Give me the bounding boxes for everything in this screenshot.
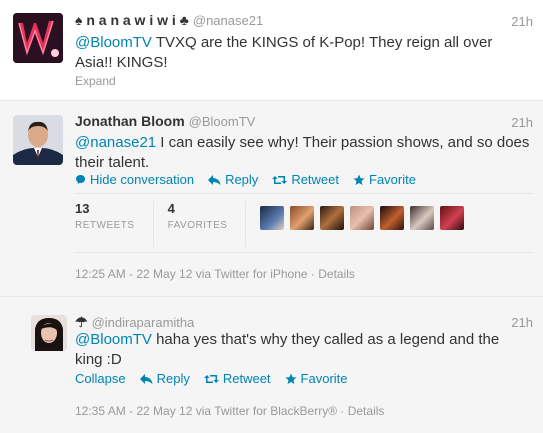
- expand-link[interactable]: Expand: [75, 74, 116, 88]
- retweet-button[interactable]: Retweet: [203, 371, 271, 386]
- divider: [75, 252, 533, 253]
- timestamp[interactable]: 21h: [511, 115, 533, 130]
- favorites-label: FAVORITES: [167, 220, 228, 231]
- tweet-actions: Hide conversation Reply Retweet Favorite: [75, 172, 416, 187]
- user-name[interactable]: Jonathan Bloom: [75, 113, 185, 129]
- tweet-text: @nanase21 I can easily see why! Their pa…: [75, 134, 530, 171]
- star-icon: [285, 373, 297, 384]
- collapse-button[interactable]: Collapse: [75, 371, 126, 386]
- reply-button[interactable]: Reply: [139, 371, 190, 386]
- retweet-icon: [203, 374, 219, 383]
- reply-arrow-icon: [139, 373, 153, 384]
- user-handle[interactable]: @nanase21: [193, 13, 263, 28]
- user-handle[interactable]: @indiraparamitha: [92, 315, 195, 330]
- timestamp[interactable]: 21h: [511, 14, 533, 29]
- favorites-count: 4: [167, 201, 175, 216]
- retweet-button[interactable]: Retweet: [272, 172, 339, 187]
- retweet-icon: [272, 175, 288, 184]
- retweeter-avatars: [260, 201, 465, 247]
- avatar[interactable]: [260, 206, 285, 230]
- star-icon: [353, 174, 365, 185]
- mention-link[interactable]: @BloomTV: [75, 331, 152, 348]
- mention-link[interactable]: @nanase21: [75, 134, 156, 151]
- avatar[interactable]: [13, 13, 63, 63]
- timestamp[interactable]: 21h: [511, 315, 533, 330]
- tweet-meta[interactable]: 12:25 AM - 22 May 12 via Twitter for iPh…: [75, 267, 355, 281]
- avatar[interactable]: [320, 206, 345, 230]
- divider: [75, 193, 533, 194]
- avatar[interactable]: [440, 206, 465, 230]
- retweets-label: RETWEETS: [75, 220, 135, 231]
- speech-bubble-icon: [76, 175, 85, 184]
- avatar[interactable]: [350, 206, 375, 230]
- tweet-bloomtv: Jonathan Bloom @BloomTV 21h @nanase21 I c…: [0, 101, 543, 297]
- tweet-stats: 13 RETWEETS 4 FAVORITES: [75, 201, 465, 247]
- tweet-text: @BloomTV haha yes that's why they called…: [75, 331, 500, 368]
- mention-link[interactable]: @BloomTV: [75, 34, 152, 51]
- reply-arrow-icon: [208, 174, 221, 185]
- hide-conversation-button[interactable]: Hide conversation: [75, 172, 194, 187]
- reply-button[interactable]: Reply: [208, 172, 258, 187]
- tweet-text: @BloomTV TVXQ are the KINGS of K-Pop! Th…: [75, 34, 493, 71]
- avatar[interactable]: [290, 206, 315, 230]
- retweets-stat[interactable]: 13 RETWEETS: [75, 201, 154, 247]
- avatar[interactable]: [13, 115, 63, 165]
- avatar[interactable]: [380, 206, 405, 230]
- tweet-indiraparamitha: ☂ @indiraparamitha 21h @BloomTV haha yes …: [0, 297, 543, 433]
- user-name[interactable]: ☂: [75, 314, 88, 330]
- favorite-button[interactable]: Favorite: [353, 172, 416, 187]
- avatar[interactable]: [410, 206, 435, 230]
- user-name[interactable]: ♠ n a n a w i w i ♣: [75, 12, 189, 28]
- tweet-actions: Collapse Reply Retweet Favorite: [75, 371, 348, 386]
- avatar[interactable]: [31, 315, 67, 351]
- favorites-stat[interactable]: 4 FAVORITES: [168, 201, 247, 247]
- user-handle[interactable]: @BloomTV: [189, 114, 256, 129]
- retweets-count: 13: [75, 201, 90, 216]
- favorite-button[interactable]: Favorite: [285, 371, 348, 386]
- tweet-nanase21[interactable]: ♠ n a n a w i w i ♣ @nanase21 21h @BloomT…: [0, 0, 543, 101]
- tweet-meta[interactable]: 12:35 AM - 22 May 12 via Twitter for Bla…: [75, 404, 384, 418]
